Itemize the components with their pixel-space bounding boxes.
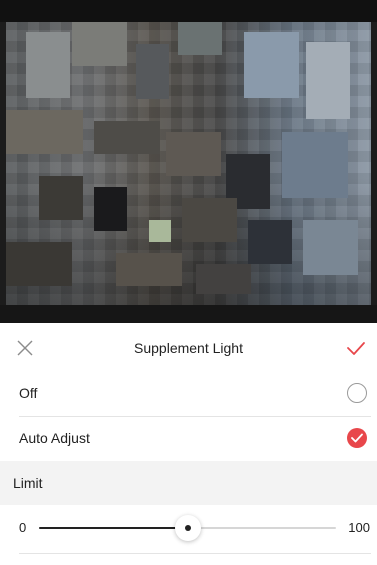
option-off-label: Off	[19, 385, 38, 401]
slider-thumb[interactable]	[174, 515, 201, 541]
confirm-button[interactable]	[345, 337, 367, 359]
panel-header: Supplement Light	[0, 323, 377, 373]
preview-image	[6, 22, 371, 305]
radio-checked-icon[interactable]	[347, 428, 367, 448]
preview-top-bar	[0, 0, 377, 22]
camera-preview	[0, 0, 377, 323]
radio-unchecked-icon[interactable]	[347, 383, 367, 403]
option-off[interactable]: Off	[0, 371, 377, 416]
preview-bottom-bar	[0, 305, 377, 323]
slider-min-label: 0	[19, 520, 27, 535]
limit-slider[interactable]	[39, 515, 336, 541]
panel-title: Supplement Light	[134, 340, 243, 356]
limit-section-header: Limit	[0, 461, 377, 505]
slider-max-label: 100	[348, 520, 370, 535]
supplement-light-panel: Supplement Light Off Auto Adjust Limit 0…	[0, 323, 377, 565]
divider	[19, 553, 371, 554]
option-auto-adjust[interactable]: Auto Adjust	[0, 416, 377, 461]
limit-slider-row: 0 100	[0, 505, 377, 553]
option-auto-adjust-label: Auto Adjust	[19, 430, 90, 446]
checkmark-icon	[347, 342, 365, 355]
slider-fill	[39, 527, 188, 529]
limit-label: Limit	[13, 475, 43, 491]
